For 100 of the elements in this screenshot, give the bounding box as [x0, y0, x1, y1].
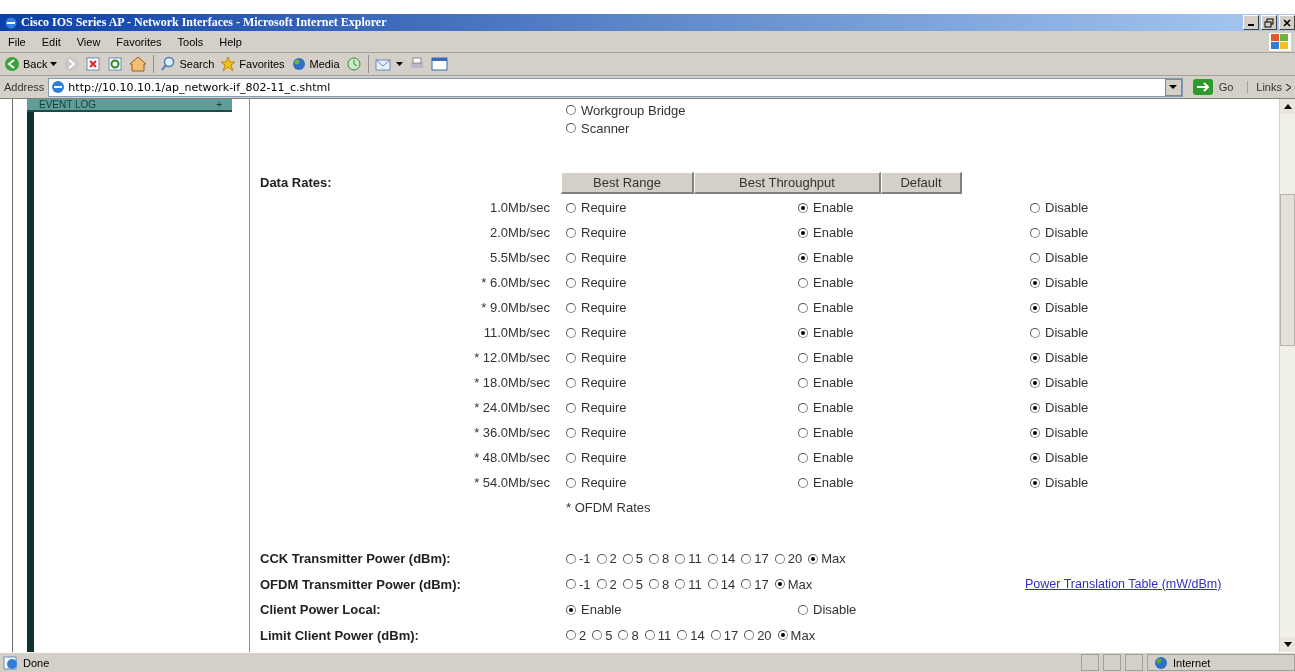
radio-button[interactable]	[798, 477, 808, 488]
radio-button[interactable]	[798, 377, 808, 388]
radio-button[interactable]	[566, 604, 576, 615]
sidebar-header[interactable]: EVENT LOG +	[27, 99, 232, 112]
radio-button[interactable]	[707, 579, 718, 590]
radio-button[interactable]	[566, 630, 576, 641]
radio-button[interactable]	[1030, 477, 1040, 488]
radio-button[interactable]	[741, 553, 752, 564]
radio-label: 11	[657, 627, 672, 643]
menu-item[interactable]: Help	[211, 35, 250, 48]
radio-button[interactable]	[808, 553, 819, 564]
radio-button[interactable]	[622, 553, 633, 564]
windows-logo-icon	[1269, 32, 1291, 51]
radio-button[interactable]	[566, 105, 576, 115]
radio-button[interactable]	[774, 579, 785, 590]
radio-button[interactable]	[1030, 302, 1040, 313]
radio-button[interactable]	[1030, 327, 1040, 338]
radio-button[interactable]	[566, 277, 576, 288]
radio-button[interactable]	[798, 452, 808, 463]
sidebar-item[interactable]: EVENT LOG	[39, 99, 97, 111]
radio-button[interactable]	[798, 427, 808, 438]
radio-button[interactable]	[566, 477, 576, 488]
history-button[interactable]	[345, 56, 362, 72]
menu-item[interactable]: Favorites	[108, 35, 170, 48]
radio-button[interactable]	[566, 452, 576, 463]
radio-button[interactable]	[566, 553, 576, 564]
radio-button[interactable]	[566, 427, 576, 438]
radio-button[interactable]	[798, 352, 808, 363]
radio-button[interactable]	[1030, 202, 1040, 213]
preset-button[interactable]: Best Throughput	[694, 171, 881, 194]
radio-button[interactable]	[566, 327, 576, 338]
radio-button[interactable]	[1030, 352, 1040, 363]
radio-button[interactable]	[1030, 377, 1040, 388]
stop-button[interactable]	[85, 56, 102, 72]
radio-button[interactable]	[566, 402, 576, 413]
radio-button[interactable]	[596, 579, 607, 590]
go-button[interactable]: Go	[1186, 79, 1244, 95]
home-button[interactable]	[129, 56, 148, 72]
radio-button[interactable]	[1030, 402, 1040, 413]
minimize-button[interactable]	[1243, 15, 1259, 30]
radio-button[interactable]	[566, 302, 576, 313]
radio-button[interactable]	[798, 277, 808, 288]
radio-button[interactable]	[1030, 277, 1040, 288]
radio-button[interactable]	[774, 553, 785, 564]
radio-button[interactable]	[644, 630, 655, 641]
security-zone: Internet	[1147, 654, 1295, 671]
radio-button[interactable]	[798, 302, 808, 313]
radio-button[interactable]	[741, 579, 752, 590]
radio-button[interactable]	[798, 604, 808, 615]
radio-button[interactable]	[710, 630, 721, 641]
menu-item[interactable]: File	[0, 35, 34, 48]
vertical-scrollbar[interactable]	[1279, 99, 1295, 652]
radio-button[interactable]	[675, 579, 686, 590]
radio-button[interactable]	[622, 579, 633, 590]
radio-button[interactable]	[798, 252, 808, 263]
radio-button[interactable]	[649, 579, 660, 590]
menu-item[interactable]: Tools	[169, 35, 212, 48]
radio-button[interactable]	[1030, 452, 1040, 463]
media-button[interactable]: Media	[290, 56, 340, 72]
favorites-button[interactable]: Favorites	[220, 56, 285, 72]
radio-button[interactable]	[596, 553, 607, 564]
mail-button[interactable]	[374, 56, 403, 72]
radio-button[interactable]	[566, 377, 576, 388]
radio-label: 2	[609, 551, 617, 567]
radio-button[interactable]	[566, 202, 576, 213]
radio-button[interactable]	[677, 630, 688, 641]
edit-button[interactable]	[430, 56, 449, 72]
preset-button[interactable]: Default	[881, 171, 962, 194]
radio-button[interactable]	[675, 553, 686, 564]
radio-button[interactable]	[1030, 427, 1040, 438]
refresh-button[interactable]	[107, 56, 124, 72]
radio-button[interactable]	[566, 352, 576, 363]
radio-button[interactable]	[798, 202, 808, 213]
restore-button[interactable]	[1261, 15, 1277, 30]
links-button[interactable]: Links	[1247, 81, 1295, 93]
radio-button[interactable]	[566, 123, 576, 133]
radio-button[interactable]	[798, 327, 808, 338]
preset-button[interactable]: Best Range	[561, 171, 694, 194]
radio-button[interactable]	[707, 553, 718, 564]
radio-button[interactable]	[618, 630, 629, 641]
radio-button[interactable]	[744, 630, 755, 641]
address-field[interactable]: http://10.10.10.1/ap_network-if_802-11_c.shtml	[48, 77, 1183, 97]
menu-item[interactable]: Edit	[33, 35, 69, 48]
link[interactable]: Power Translation Table (mW/dBm)	[1025, 577, 1225, 591]
radio-button[interactable]	[566, 579, 576, 590]
radio-button[interactable]	[566, 252, 576, 263]
radio-label: Require	[581, 275, 627, 290]
menu-item[interactable]: View	[68, 35, 109, 48]
back-button[interactable]: Back	[4, 56, 58, 72]
radio-button[interactable]	[1030, 227, 1040, 238]
search-button[interactable]: Search	[160, 56, 215, 72]
radio-button[interactable]	[777, 630, 788, 641]
radio-button[interactable]	[798, 227, 808, 238]
radio-button[interactable]	[566, 227, 576, 238]
expand-toggle[interactable]: +	[216, 99, 222, 111]
radio-button[interactable]	[592, 630, 603, 641]
radio-button[interactable]	[798, 402, 808, 413]
radio-button[interactable]	[649, 553, 660, 564]
radio-button[interactable]	[1030, 252, 1040, 263]
close-button[interactable]	[1279, 15, 1295, 30]
